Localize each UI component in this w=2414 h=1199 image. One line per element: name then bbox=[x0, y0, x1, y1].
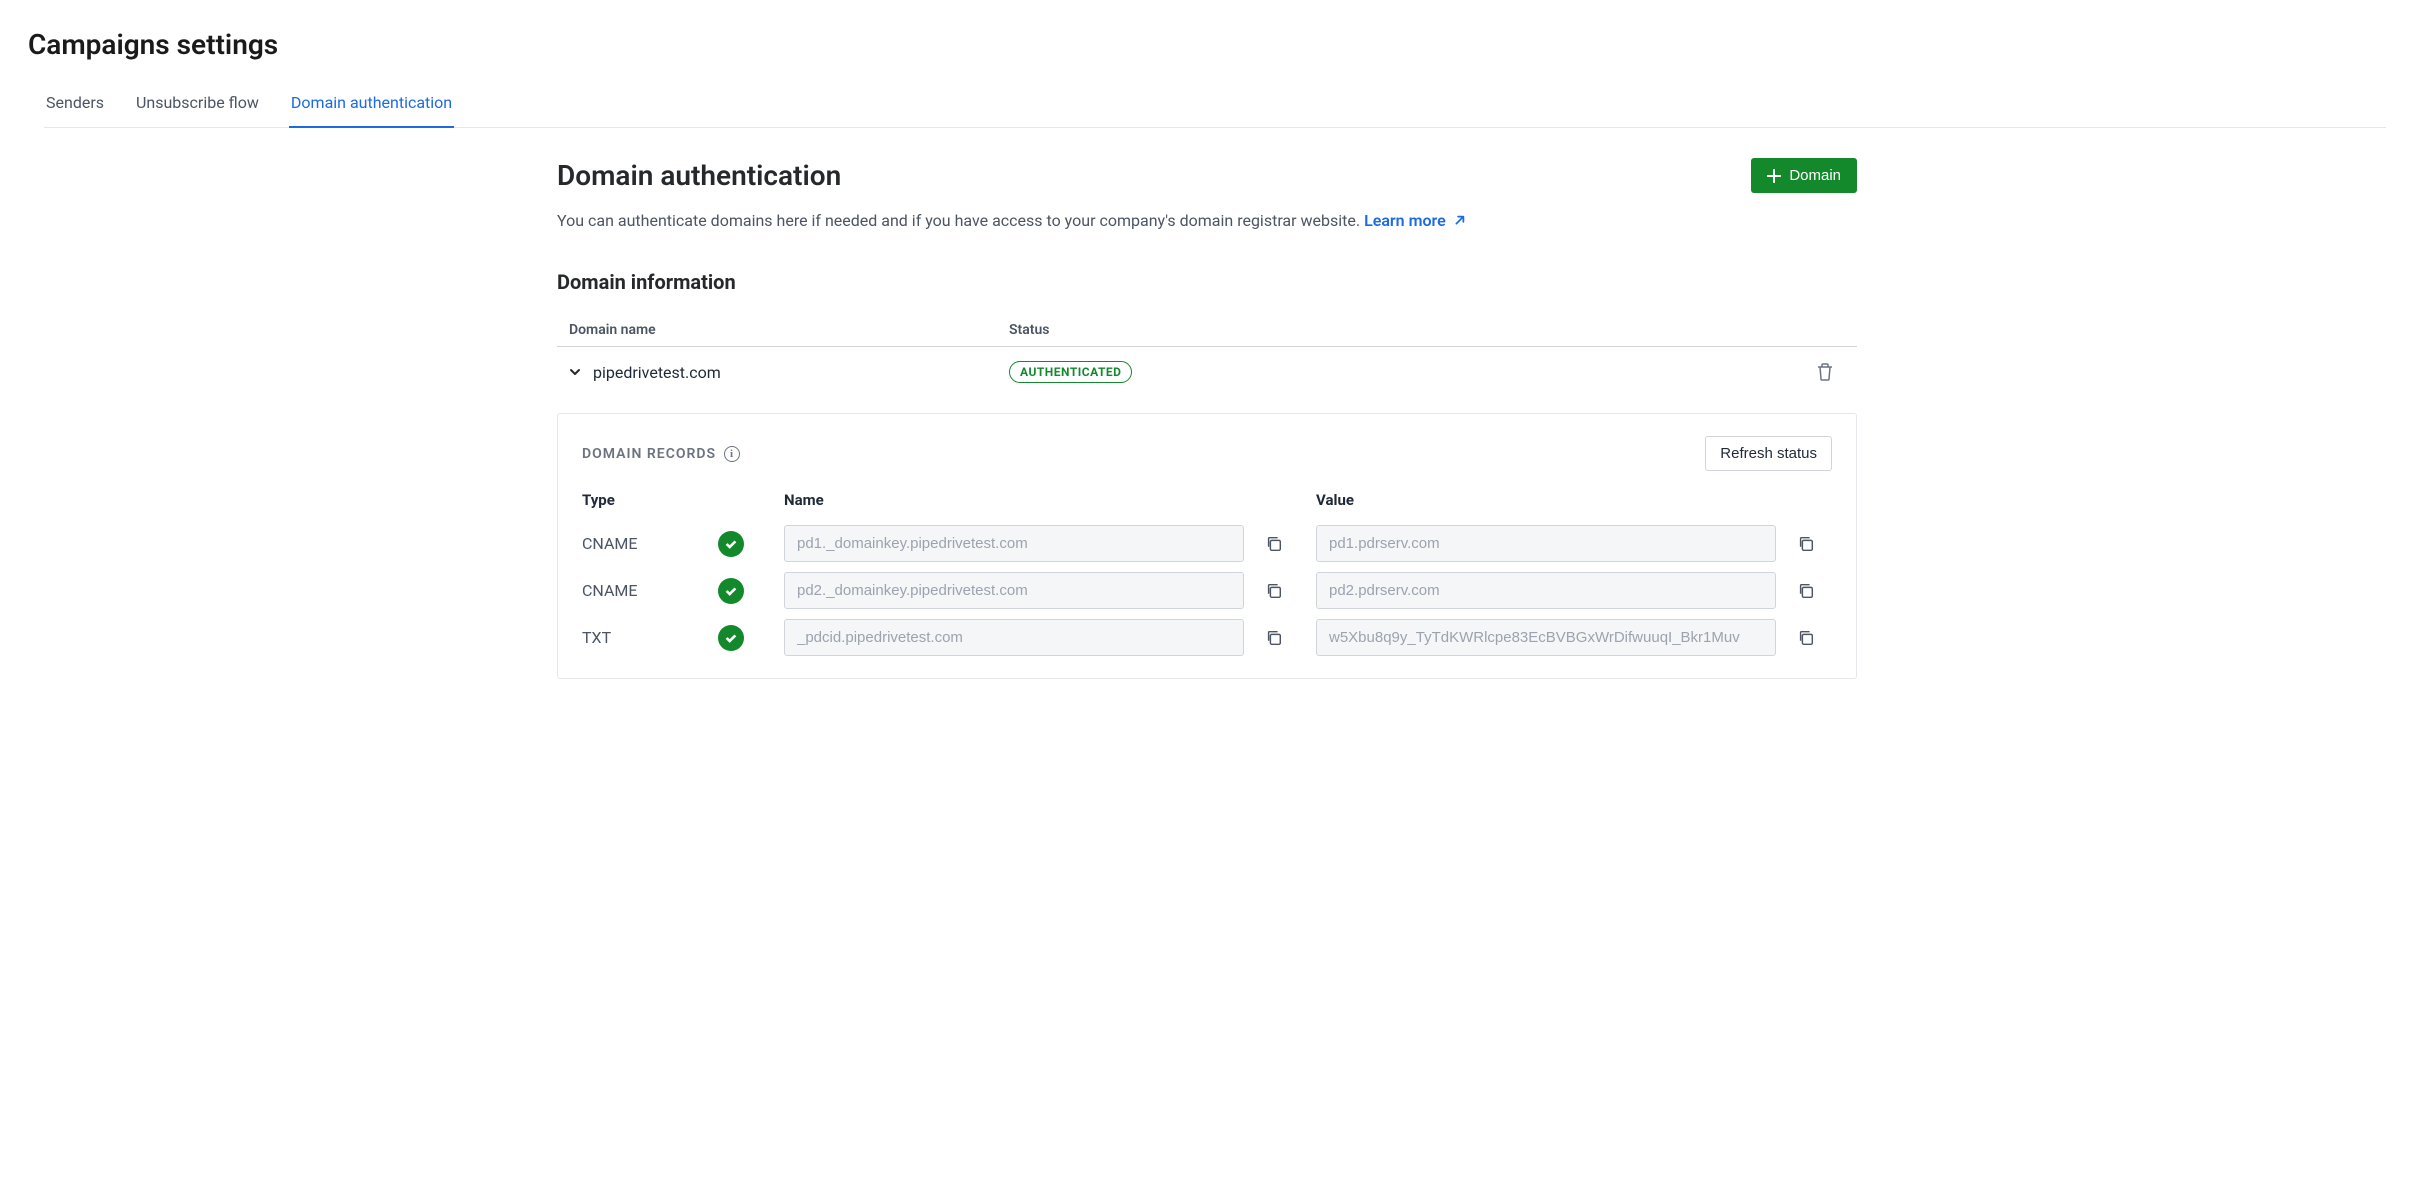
record-type: CNAME bbox=[582, 534, 702, 553]
external-link-icon bbox=[1452, 214, 1466, 228]
info-icon[interactable]: i bbox=[724, 446, 740, 462]
copy-value-button[interactable] bbox=[1792, 530, 1820, 558]
copy-icon bbox=[1265, 629, 1283, 647]
copy-icon bbox=[1797, 535, 1815, 553]
copy-icon bbox=[1265, 535, 1283, 553]
col-header-status: Status bbox=[1009, 322, 1805, 338]
add-domain-button-label: Domain bbox=[1789, 167, 1841, 184]
check-icon bbox=[718, 625, 744, 651]
domain-records-panel: DOMAIN RECORDS i Refresh status Type Nam… bbox=[557, 413, 1857, 679]
domain-records-title: DOMAIN RECORDS i bbox=[582, 446, 740, 462]
chevron-down-icon bbox=[569, 366, 581, 378]
copy-icon bbox=[1797, 629, 1815, 647]
copy-name-button[interactable] bbox=[1260, 624, 1288, 652]
col-header-domain-name: Domain name bbox=[569, 322, 1009, 338]
tab-unsubscribe-flow[interactable]: Unsubscribe flow bbox=[134, 83, 261, 128]
status-badge: AUTHENTICATED bbox=[1009, 361, 1132, 383]
record-value-field[interactable] bbox=[1316, 619, 1776, 656]
record-name-field[interactable] bbox=[784, 619, 1244, 656]
section-description: You can authenticate domains here if nee… bbox=[557, 211, 1857, 230]
copy-name-button[interactable] bbox=[1260, 577, 1288, 605]
col-header-value: Value bbox=[1316, 491, 1776, 515]
tab-senders[interactable]: Senders bbox=[44, 83, 106, 128]
record-type: CNAME bbox=[582, 581, 702, 600]
learn-more-label: Learn more bbox=[1364, 211, 1446, 230]
add-domain-button[interactable]: Domain bbox=[1751, 158, 1857, 193]
col-header-name: Name bbox=[784, 491, 1244, 515]
domain-name-text: pipedrivetest.com bbox=[593, 363, 721, 382]
refresh-status-button[interactable]: Refresh status bbox=[1705, 436, 1832, 471]
domain-info-title: Domain information bbox=[557, 270, 1857, 294]
record-value-field[interactable] bbox=[1316, 525, 1776, 562]
check-icon bbox=[718, 578, 744, 604]
tabs: Senders Unsubscribe flow Domain authenti… bbox=[44, 83, 2386, 128]
description-text: You can authenticate domains here if nee… bbox=[557, 211, 1360, 230]
copy-value-button[interactable] bbox=[1792, 624, 1820, 652]
domain-name-cell[interactable]: pipedrivetest.com bbox=[569, 363, 1009, 382]
copy-icon bbox=[1265, 582, 1283, 600]
section-title: Domain authentication bbox=[557, 159, 841, 192]
check-icon bbox=[718, 531, 744, 557]
page-title: Campaigns settings bbox=[28, 28, 2386, 61]
domain-records-title-text: DOMAIN RECORDS bbox=[582, 446, 716, 462]
records-grid: Type Name Value CNAME CNAME TXT bbox=[582, 491, 1832, 656]
delete-domain-button[interactable] bbox=[1805, 363, 1845, 381]
domain-row: pipedrivetest.com AUTHENTICATED bbox=[557, 347, 1857, 397]
record-type: TXT bbox=[582, 628, 702, 647]
copy-icon bbox=[1797, 582, 1815, 600]
plus-icon bbox=[1767, 169, 1781, 183]
copy-value-button[interactable] bbox=[1792, 577, 1820, 605]
record-value-field[interactable] bbox=[1316, 572, 1776, 609]
col-header-type: Type bbox=[582, 491, 702, 515]
trash-icon bbox=[1817, 363, 1833, 381]
domain-table-header: Domain name Status bbox=[557, 322, 1857, 347]
copy-name-button[interactable] bbox=[1260, 530, 1288, 558]
record-name-field[interactable] bbox=[784, 572, 1244, 609]
learn-more-link[interactable]: Learn more bbox=[1364, 211, 1466, 230]
record-name-field[interactable] bbox=[784, 525, 1244, 562]
tab-domain-authentication[interactable]: Domain authentication bbox=[289, 83, 454, 128]
